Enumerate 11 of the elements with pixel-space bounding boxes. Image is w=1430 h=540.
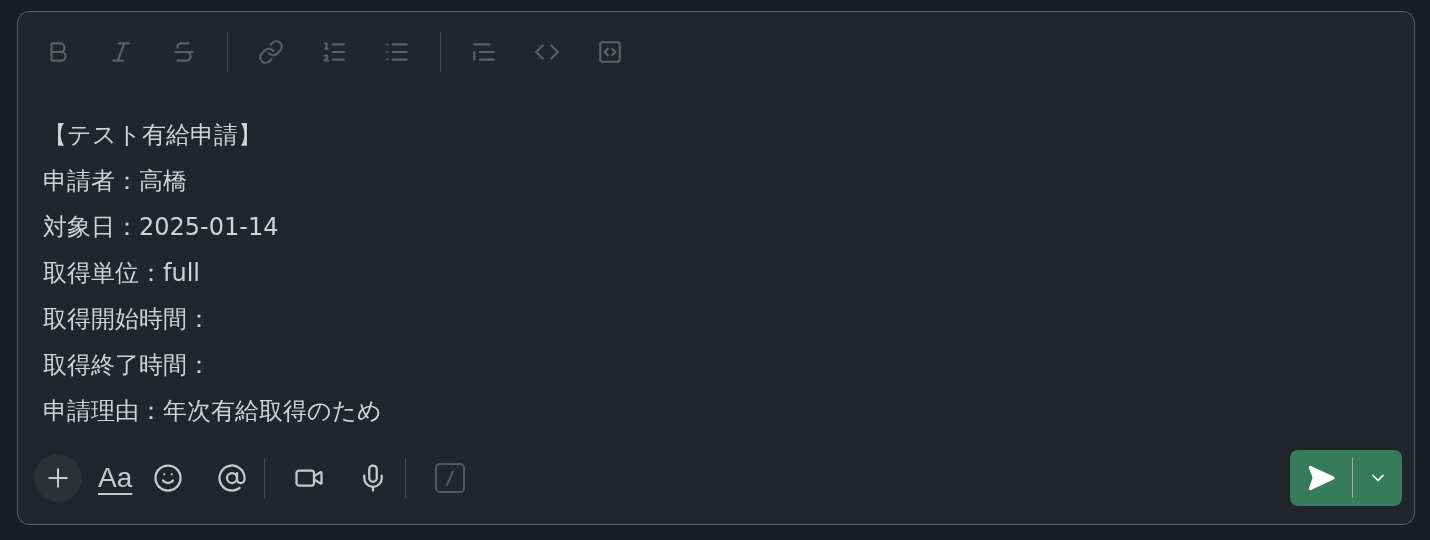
message-line: 対象日：2025-01-14 bbox=[43, 212, 279, 243]
message-line: 申請理由：年次有給取得のため bbox=[43, 396, 382, 427]
message-line: 【テスト有給申請】 bbox=[43, 120, 262, 151]
message-line: 取得終了時間： bbox=[43, 350, 211, 381]
add-button[interactable] bbox=[34, 454, 82, 502]
message-line: 取得単位：full bbox=[43, 258, 200, 289]
message-line: 申請者：高橋 bbox=[43, 166, 187, 197]
message-line: 取得開始時間： bbox=[43, 304, 211, 335]
formatting-button[interactable]: Aa bbox=[94, 454, 137, 502]
message-field[interactable]: 【テスト有給申請】 申請者：高橋 対象日：2025-01-14 取得単位：full 取得開始時間： 取得終了時間： 申請理由：年次有給取得のため bbox=[18, 80, 1414, 444]
send-icon bbox=[1306, 463, 1336, 493]
